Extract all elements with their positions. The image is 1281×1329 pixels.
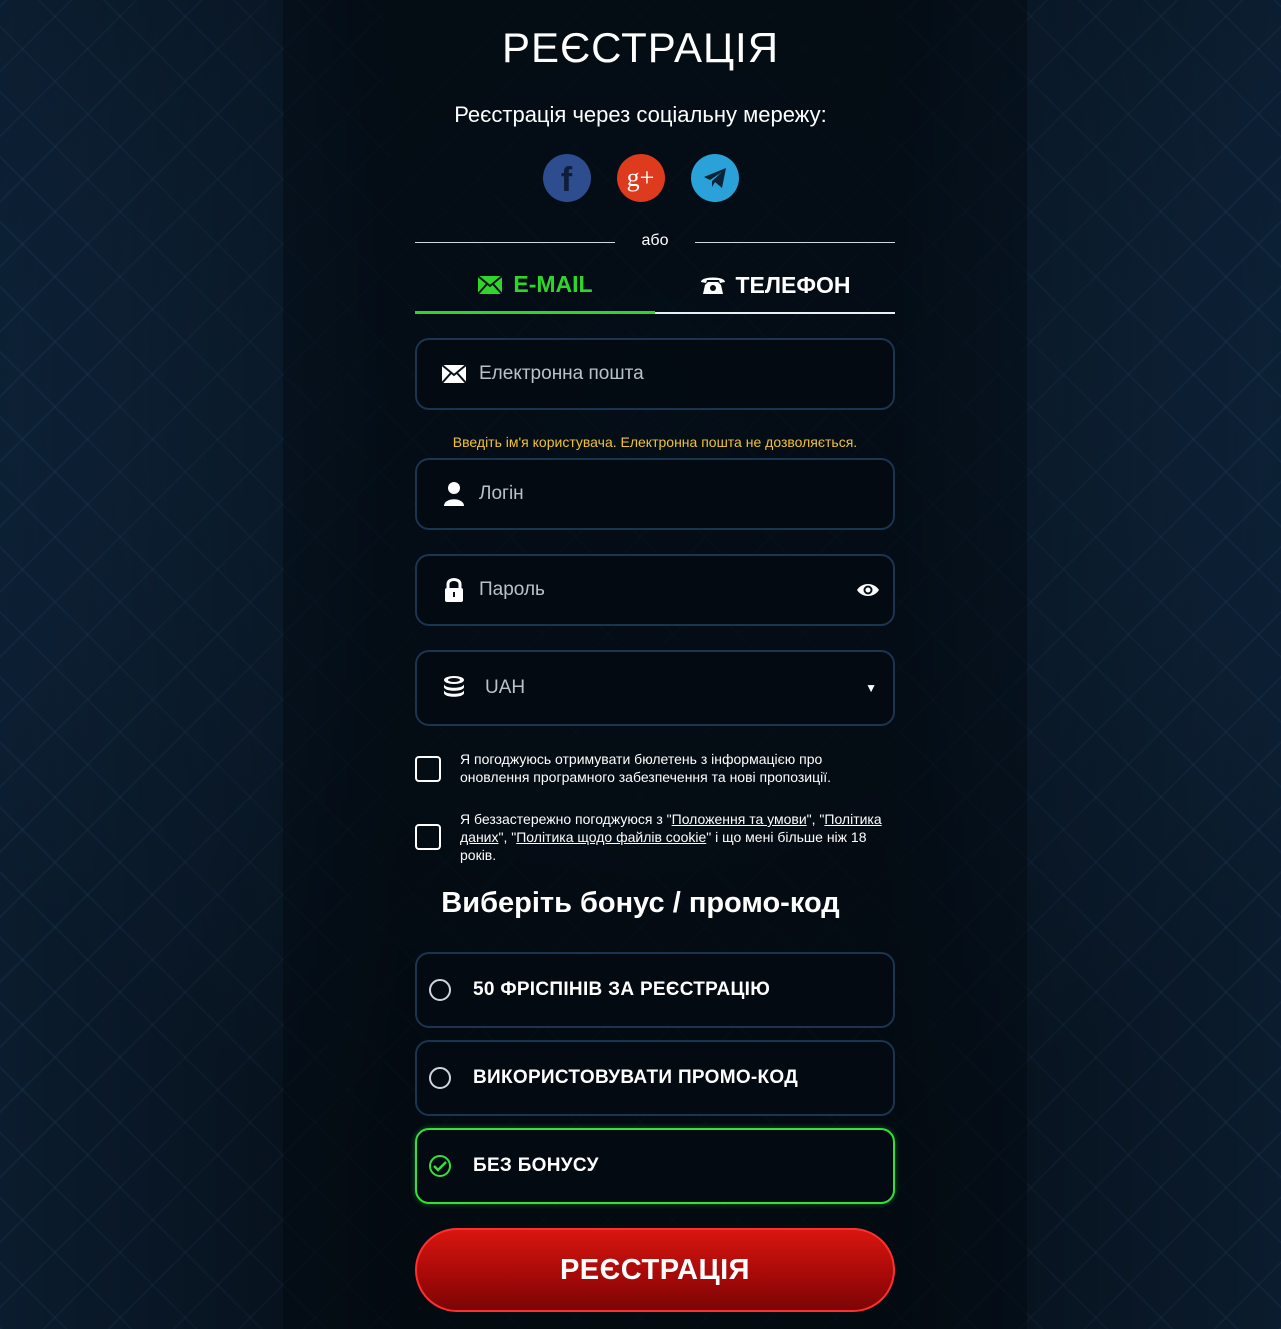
currency-select[interactable]: UAH ▼ [415, 650, 895, 726]
user-icon [444, 482, 464, 506]
facebook-icon: f [560, 160, 573, 199]
telegram-icon [703, 168, 726, 188]
radio-freespins[interactable] [429, 979, 451, 1001]
radio-no-bonus[interactable] [429, 1155, 451, 1177]
telegram-button[interactable] [690, 154, 739, 202]
newsletter-checkbox[interactable] [415, 756, 441, 782]
email-placeholder: Електронна пошта [479, 363, 644, 384]
tab-phone[interactable]: ТЕЛЕФОН [655, 262, 895, 314]
social-prompt: Реєстрація через соціальну мережу: [454, 102, 827, 127]
cookie-policy-link[interactable]: Політика щодо файлів cookie [516, 829, 706, 845]
bonus-option-no-bonus[interactable]: БЕЗ БОНУСУ [415, 1128, 895, 1204]
bonus-option-promo-code[interactable]: ВИКОРИСТОВУВАТИ ПРОМО-КОД [415, 1040, 895, 1116]
chevron-down-icon: ▼ [865, 681, 877, 695]
terms-link[interactable]: Положення та умови [672, 811, 807, 827]
bonus-title: Виберіть бонус / промо-код [441, 887, 840, 919]
envelope-icon [441, 364, 467, 384]
bonus-label: 50 ФРІСПІНІВ ЗА РЕЄСТРАЦІЮ [473, 979, 771, 1000]
show-password-button[interactable] [855, 580, 881, 600]
newsletter-text: Я погоджуюсь отримувати бюлетень з інфор… [460, 751, 832, 785]
bonus-option-freespins[interactable]: 50 ФРІСПІНІВ ЗА РЕЄСТРАЦІЮ [415, 952, 895, 1028]
facebook-button[interactable]: f [542, 154, 591, 202]
google-plus-button[interactable]: g+ [616, 154, 665, 202]
social-buttons: f g+ [0, 154, 1281, 204]
email-field[interactable]: Електронна пошта [415, 338, 895, 410]
phone-icon [700, 277, 725, 294]
registration-tabs: E-MAIL ТЕЛЕФОН [415, 262, 895, 314]
divider-line-right [695, 242, 895, 243]
page-title: РЕЄСТРАЦІЯ [501, 24, 780, 71]
password-field[interactable]: Пароль [415, 554, 895, 626]
envelope-icon [477, 274, 504, 295]
tab-email-label: E-MAIL [513, 271, 593, 297]
eye-icon [857, 584, 879, 596]
google-plus-icon: g+ [626, 163, 655, 192]
login-field[interactable]: Логін [415, 458, 895, 530]
tab-phone-label: ТЕЛЕФОН [735, 271, 851, 298]
password-placeholder: Пароль [479, 579, 545, 600]
tab-email[interactable]: E-MAIL [415, 262, 655, 314]
lock-icon [445, 578, 463, 602]
check-icon [433, 1161, 447, 1172]
terms-checkbox[interactable] [415, 824, 441, 850]
or-divider: або [415, 232, 895, 254]
bonus-label: БЕЗ БОНУСУ [473, 1155, 599, 1176]
terms-text: Я беззастережно погоджуюся з "Положення … [460, 811, 882, 863]
bonus-label: ВИКОРИСТОВУВАТИ ПРОМО-КОД [473, 1067, 799, 1088]
radio-promo-code[interactable] [429, 1067, 451, 1089]
username-hint: Введіть ім'я користувача. Електронна пош… [452, 434, 858, 450]
newsletter-consent: Я погоджуюсь отримувати бюлетень з інфор… [415, 750, 895, 786]
login-placeholder: Логін [479, 483, 524, 504]
register-button[interactable]: РЕЄСТРАЦІЯ [415, 1228, 895, 1312]
terms-consent: Я беззастережно погоджуюся з "Положення … [415, 810, 895, 864]
divider-text: або [641, 232, 669, 249]
currency-value: UAH [485, 677, 526, 698]
coins-icon [444, 676, 464, 697]
